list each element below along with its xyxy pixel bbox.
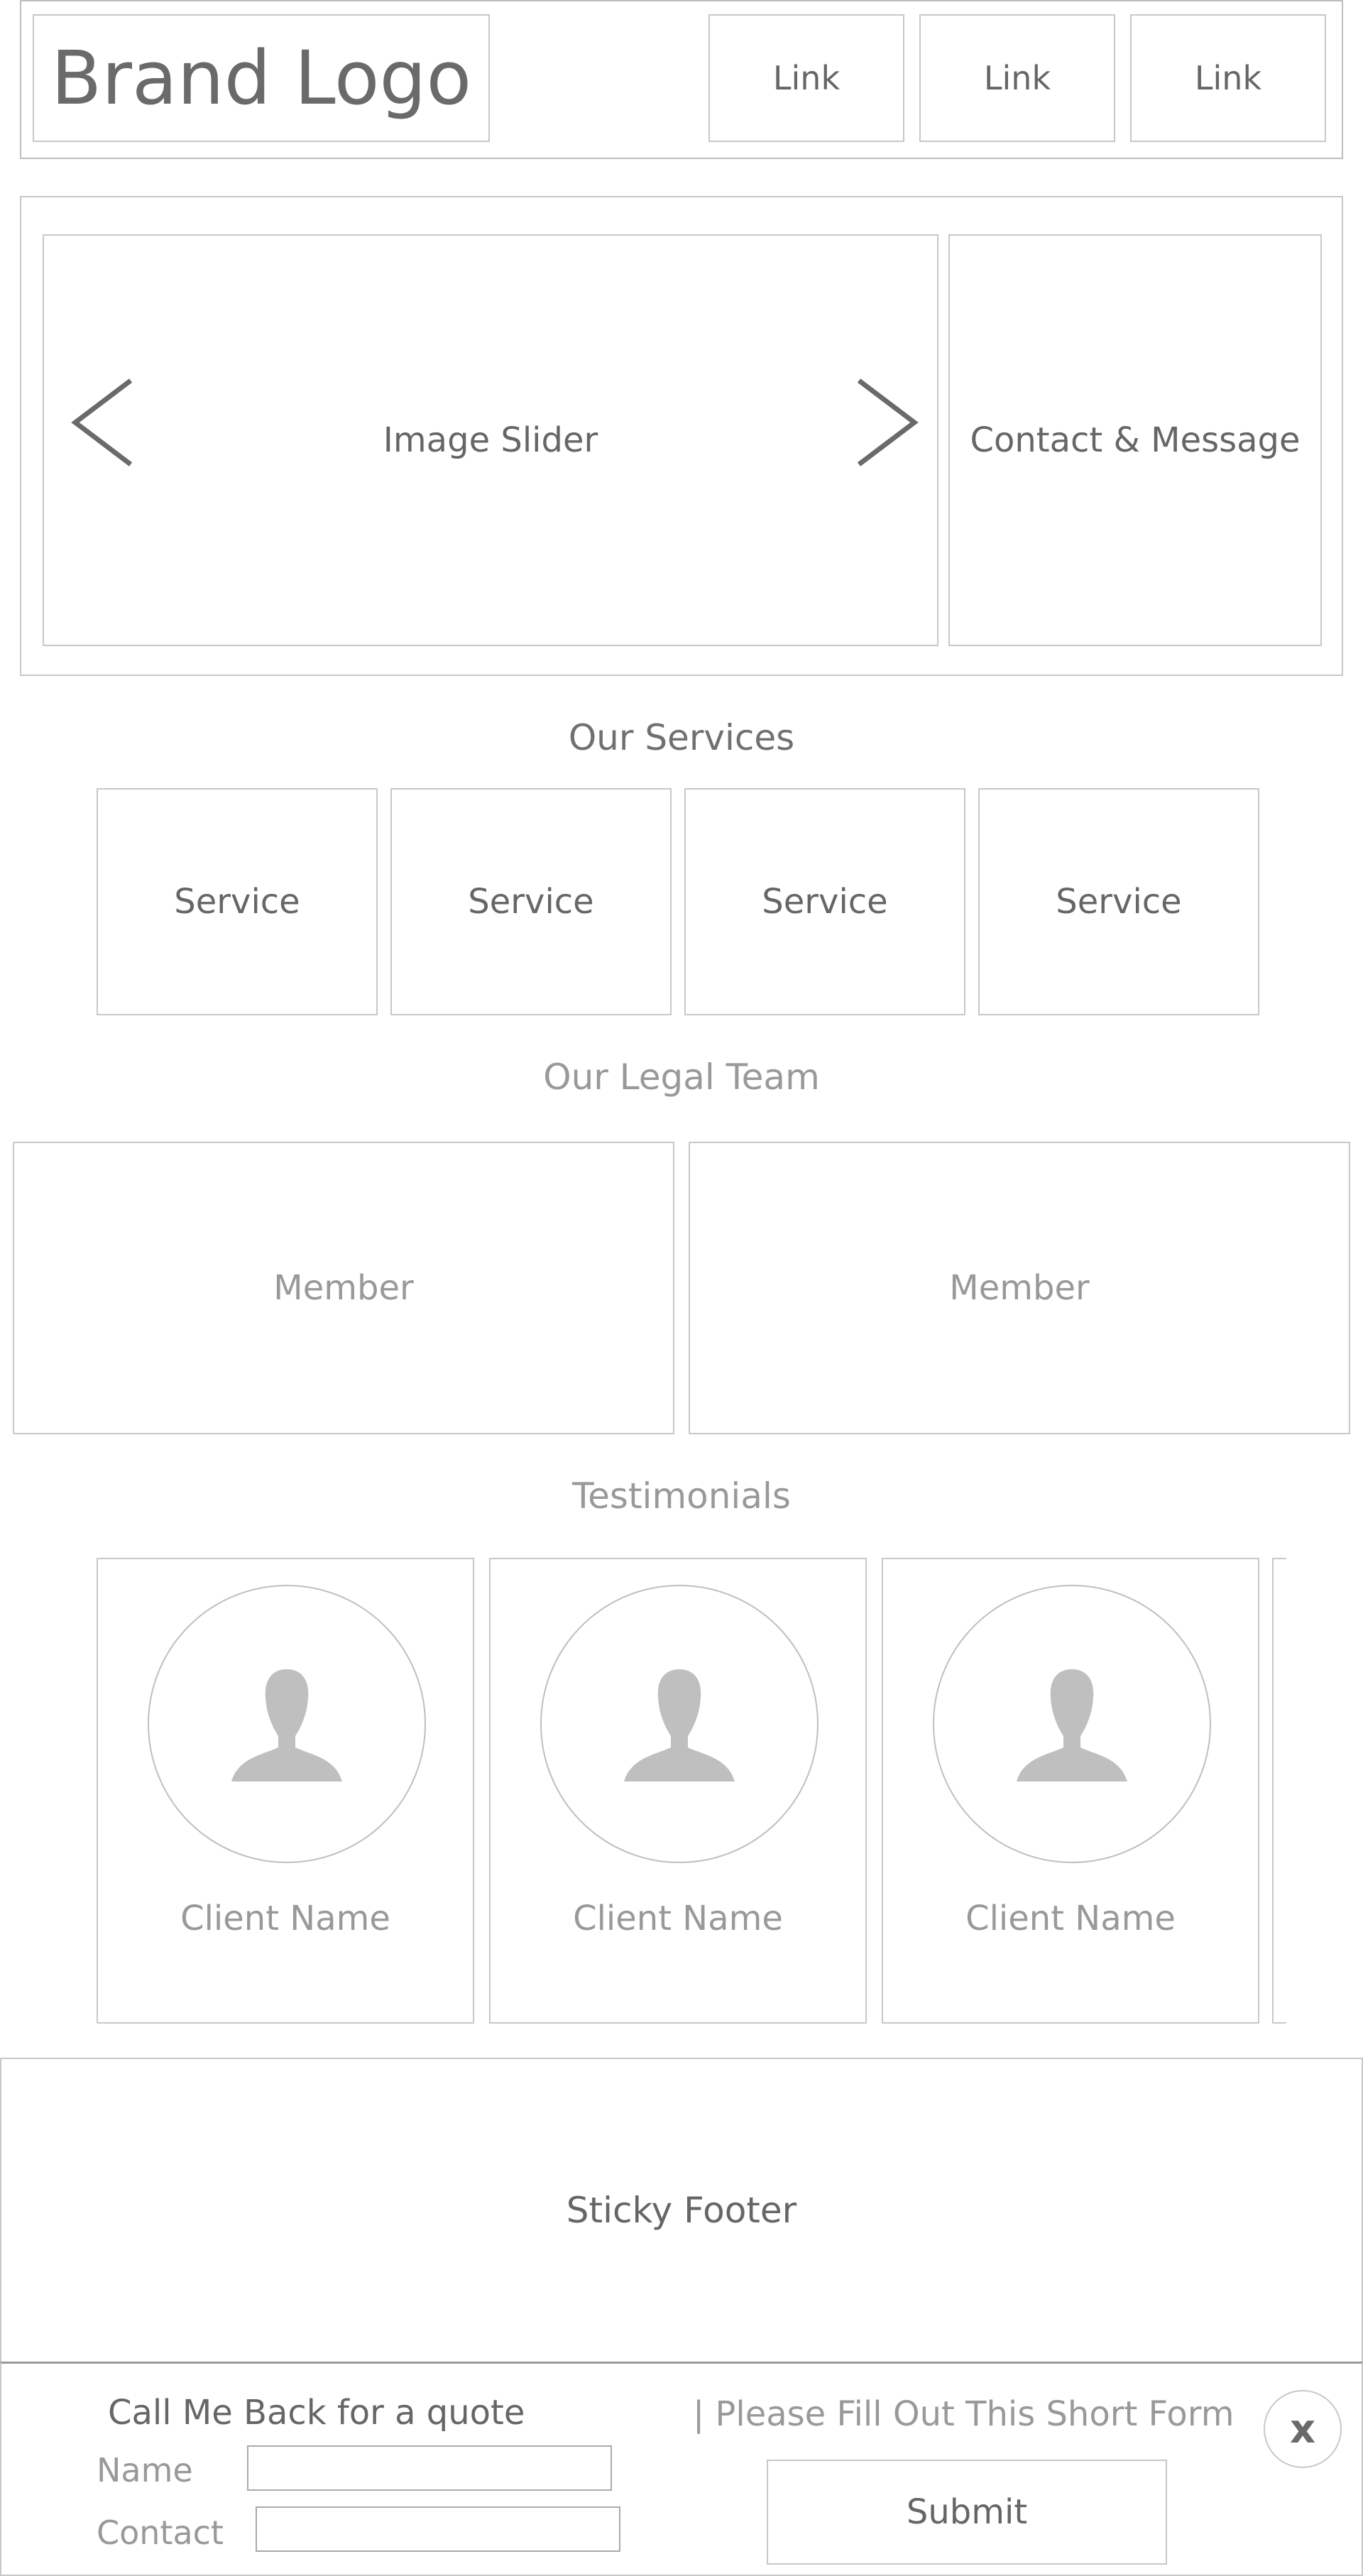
contact-message-panel[interactable]: Contact & Message — [948, 234, 1322, 646]
legal-team-title: Our Legal Team — [543, 1057, 820, 1098]
services-title: Our Services — [568, 717, 795, 758]
callback-subtitle: | Please Fill Out This Short Form — [693, 2394, 1235, 2434]
contact-label: Contact — [97, 2514, 224, 2552]
image-slider-label: Image Slider — [383, 420, 598, 460]
client-name: Client Name — [573, 1899, 783, 1938]
testimonial-card[interactable]: Client Name — [97, 1558, 474, 2024]
brand-logo[interactable]: Brand Logo — [33, 14, 490, 142]
name-input[interactable] — [247, 2445, 612, 2491]
submit-button[interactable]: Submit — [767, 2460, 1167, 2565]
team-member-card[interactable]: Member — [689, 1142, 1350, 1434]
client-avatar — [540, 1585, 819, 1863]
image-slider[interactable]: Image Slider — [43, 234, 938, 646]
client-name: Client Name — [180, 1899, 390, 1938]
client-name: Client Name — [965, 1899, 1176, 1938]
service-card[interactable]: Service — [97, 788, 378, 1015]
team-member-card[interactable]: Member — [13, 1142, 674, 1434]
service-card[interactable]: Service — [978, 788, 1259, 1015]
testimonial-card-partial[interactable] — [1272, 1558, 1286, 2024]
contact-input[interactable] — [256, 2506, 620, 2552]
client-avatar — [148, 1585, 426, 1863]
sticky-footer: Sticky Footer — [0, 2058, 1363, 2363]
chevron-left-icon[interactable] — [68, 376, 139, 469]
service-card[interactable]: Service — [390, 788, 672, 1015]
nav-link-3[interactable]: Link — [1130, 14, 1326, 142]
user-silhouette-icon — [1017, 1669, 1127, 1781]
testimonial-card[interactable]: Client Name — [489, 1558, 867, 2024]
nav-link-2[interactable]: Link — [919, 14, 1115, 142]
user-silhouette-icon — [624, 1669, 735, 1781]
nav-link-1[interactable]: Link — [708, 14, 904, 142]
client-avatar — [933, 1585, 1211, 1863]
callback-title: Call Me Back for a quote — [108, 2393, 525, 2433]
testimonials-title: Testimonials — [572, 1475, 791, 1517]
name-label: Name — [97, 2451, 193, 2489]
close-icon[interactable]: x — [1264, 2390, 1342, 2468]
user-silhouette-icon — [231, 1669, 342, 1781]
testimonial-card[interactable]: Client Name — [882, 1558, 1259, 2024]
chevron-right-icon[interactable] — [850, 376, 921, 469]
service-card[interactable]: Service — [684, 788, 965, 1015]
